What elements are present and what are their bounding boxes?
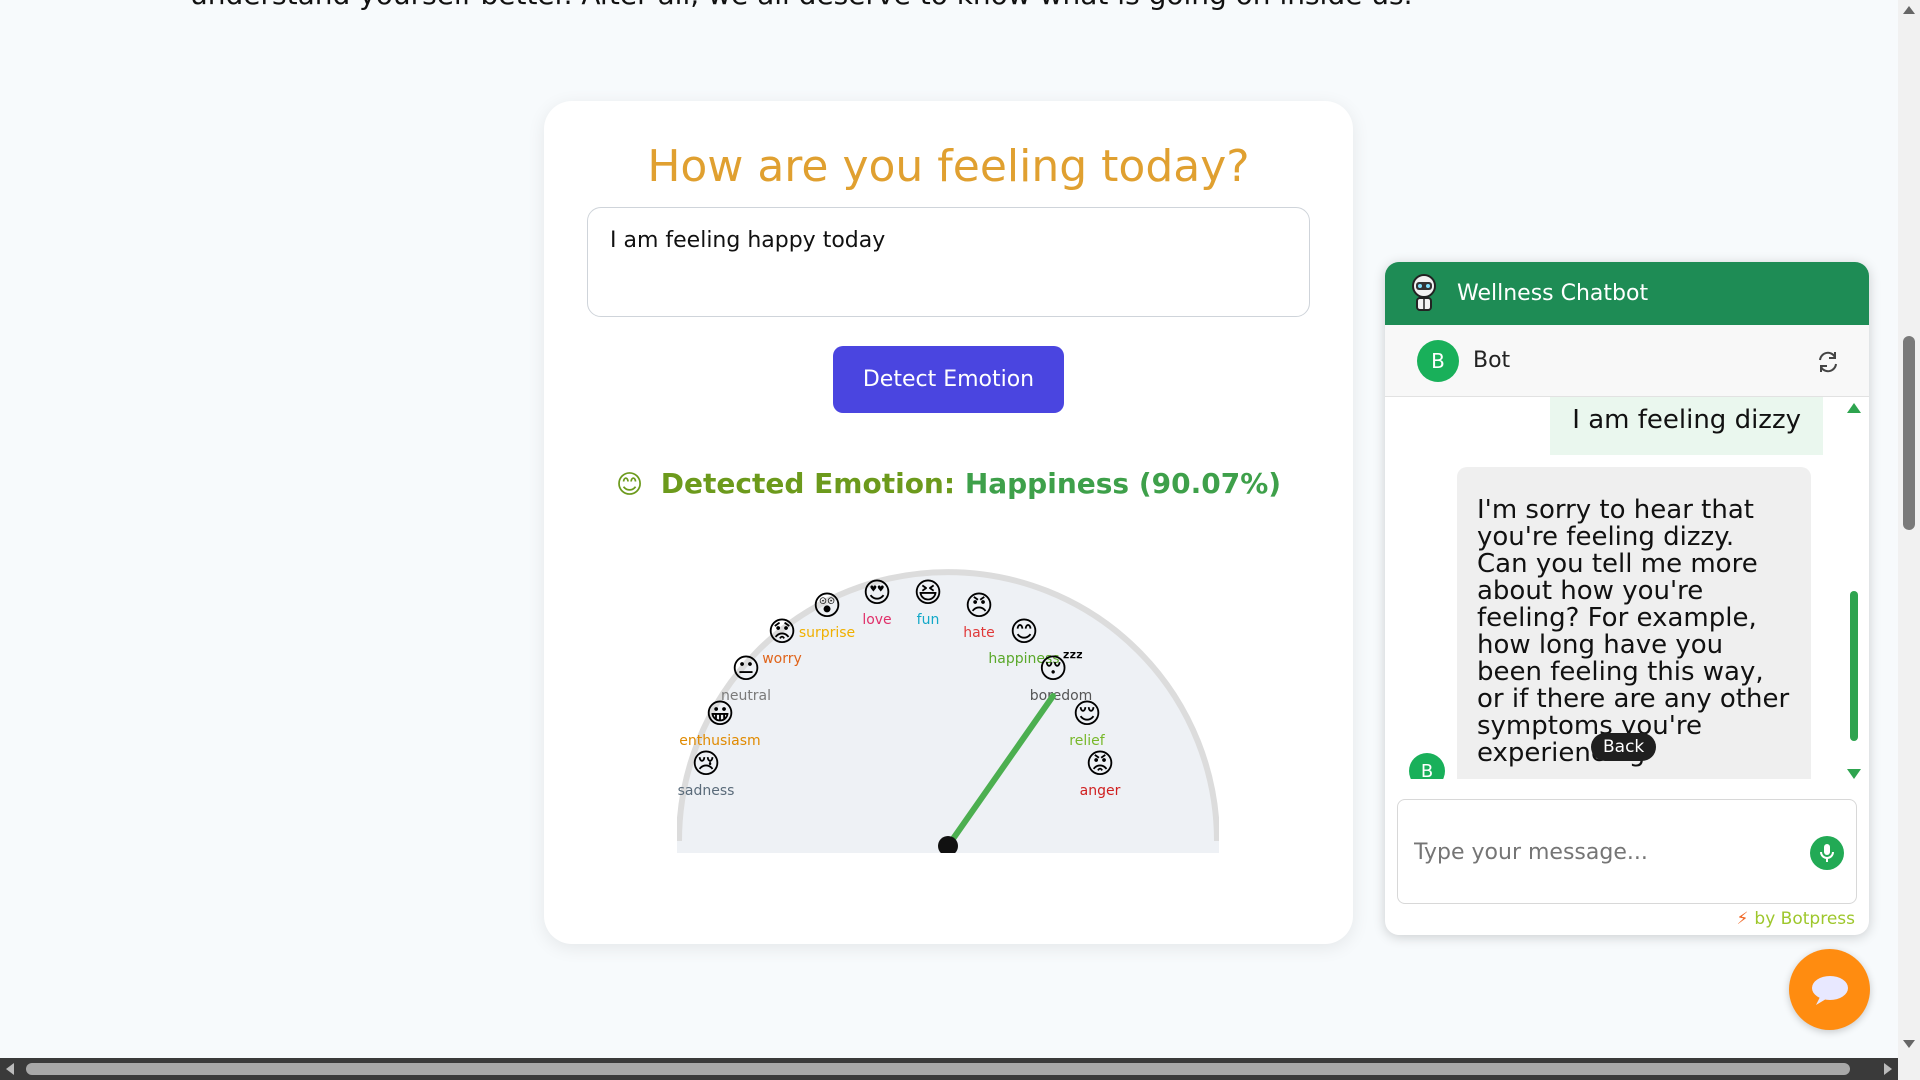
scroll-right-arrow-icon[interactable] bbox=[1884, 1063, 1892, 1075]
intro-text: understand yourself better. After all, w… bbox=[190, 0, 1412, 11]
messages-scroll-thumb[interactable] bbox=[1850, 591, 1858, 741]
detected-emotion-result: 😊 Detected Emotion: Happiness (90.07%) bbox=[544, 467, 1353, 500]
message-composer bbox=[1397, 799, 1857, 904]
gauge-emotion-relief: 😌relief bbox=[1069, 697, 1105, 749]
fun-emoji-icon: 😆 bbox=[913, 576, 942, 609]
page-title: How are you feeling today? bbox=[647, 141, 1250, 192]
powered-by[interactable]: ⚡ by Botpress bbox=[1736, 909, 1855, 929]
enthusiasm-label: enthusiasm bbox=[679, 733, 760, 749]
love-label: love bbox=[862, 612, 891, 628]
vertical-scroll-thumb[interactable] bbox=[1903, 336, 1915, 530]
back-tooltip: Back bbox=[1591, 733, 1657, 761]
boredom-emoji-icon: 😴 bbox=[1039, 652, 1084, 685]
gauge-emotion-love: 😍 love bbox=[862, 576, 891, 628]
horizontal-scroll-thumb[interactable] bbox=[26, 1063, 1850, 1075]
page-vertical-scrollbar[interactable] bbox=[1898, 0, 1920, 1080]
fun-label: fun bbox=[917, 612, 940, 628]
chat-title: Wellness Chatbot bbox=[1457, 281, 1649, 306]
bot-name: Bot bbox=[1473, 348, 1511, 373]
hate-label: hate bbox=[963, 625, 995, 641]
sadness-emoji-icon: 😢 bbox=[691, 747, 720, 780]
worry-label: worry bbox=[762, 651, 802, 667]
chat-bubble-icon bbox=[1811, 975, 1848, 1005]
chat-header: Wellness Chatbot bbox=[1385, 262, 1869, 325]
detected-emotion-label: Detected Emotion: bbox=[660, 467, 956, 500]
hate-emoji-icon: 😠 bbox=[964, 589, 993, 622]
page-horizontal-scrollbar[interactable] bbox=[0, 1058, 1898, 1080]
avatar: B bbox=[1417, 339, 1459, 382]
microphone-button[interactable] bbox=[1810, 836, 1844, 870]
robot-icon bbox=[1412, 273, 1436, 311]
scroll-up-icon[interactable] bbox=[1847, 403, 1861, 413]
message-input[interactable] bbox=[1414, 834, 1794, 870]
bot-info-bar: B Bot bbox=[1385, 325, 1869, 397]
anger-emoji-icon: 😡 bbox=[1085, 747, 1114, 780]
detect-emotion-button[interactable]: Detect Emotion bbox=[833, 346, 1064, 413]
anger-label: anger bbox=[1080, 783, 1121, 799]
microphone-icon bbox=[1820, 844, 1834, 862]
relief-emoji-icon: 😌 bbox=[1072, 697, 1101, 730]
message-list[interactable]: I am feeling dizzy I'm sorry to hear tha… bbox=[1385, 397, 1869, 779]
neutral-label: neutral bbox=[721, 688, 771, 704]
scroll-left-arrow-icon[interactable] bbox=[6, 1063, 14, 1075]
gauge-emotion-hate: 😠 hate bbox=[963, 589, 995, 641]
worry-emoji-icon: 😟 bbox=[767, 615, 796, 648]
powered-by-label: by Botpress bbox=[1754, 909, 1855, 929]
surprise-label: surprise bbox=[799, 625, 855, 641]
feeling-input[interactable]: I am feeling happy today bbox=[587, 207, 1310, 317]
user-message: I am feeling dizzy bbox=[1550, 397, 1823, 455]
gauge-emotion-fun: 😆 fun bbox=[913, 576, 942, 628]
chat-widget: Wellness Chatbot B Bot I am feeling dizz… bbox=[1385, 262, 1869, 935]
surprise-emoji-icon: 😲 bbox=[812, 589, 841, 622]
gauge-emotion-worry: 😟 worry bbox=[762, 615, 802, 667]
neutral-emoji-icon: 😐 bbox=[731, 652, 760, 685]
chat-toggle-button[interactable] bbox=[1789, 949, 1870, 1030]
scroll-down-arrow-icon[interactable] bbox=[1903, 1040, 1915, 1048]
scroll-down-icon[interactable] bbox=[1847, 769, 1861, 779]
gauge-background bbox=[677, 570, 1219, 853]
love-emoji-icon: 😍 bbox=[862, 576, 891, 609]
scrollbar-corner bbox=[1898, 1058, 1920, 1080]
emotion-card: How are you feeling today? I am feeling … bbox=[544, 101, 1353, 944]
bolt-icon: ⚡ bbox=[1736, 909, 1749, 929]
gauge-emotion-anger: 😡 anger bbox=[1080, 747, 1121, 799]
sadness-label: sadness bbox=[678, 783, 735, 799]
detected-emotion-value: Happiness (90.07%) bbox=[964, 467, 1282, 500]
smile-icon: 😊 bbox=[615, 470, 644, 500]
messages-scrollbar[interactable] bbox=[1847, 403, 1861, 779]
scroll-up-arrow-icon[interactable] bbox=[1903, 6, 1915, 14]
bot-message-avatar: B bbox=[1409, 753, 1445, 779]
refresh-icon[interactable] bbox=[1815, 349, 1841, 375]
emotion-gauge: 😢sadness😀enthusiasm😐neutral😟worry😲surpri… bbox=[677, 569, 1219, 853]
happiness-emoji-icon: 😊 bbox=[1009, 615, 1038, 648]
